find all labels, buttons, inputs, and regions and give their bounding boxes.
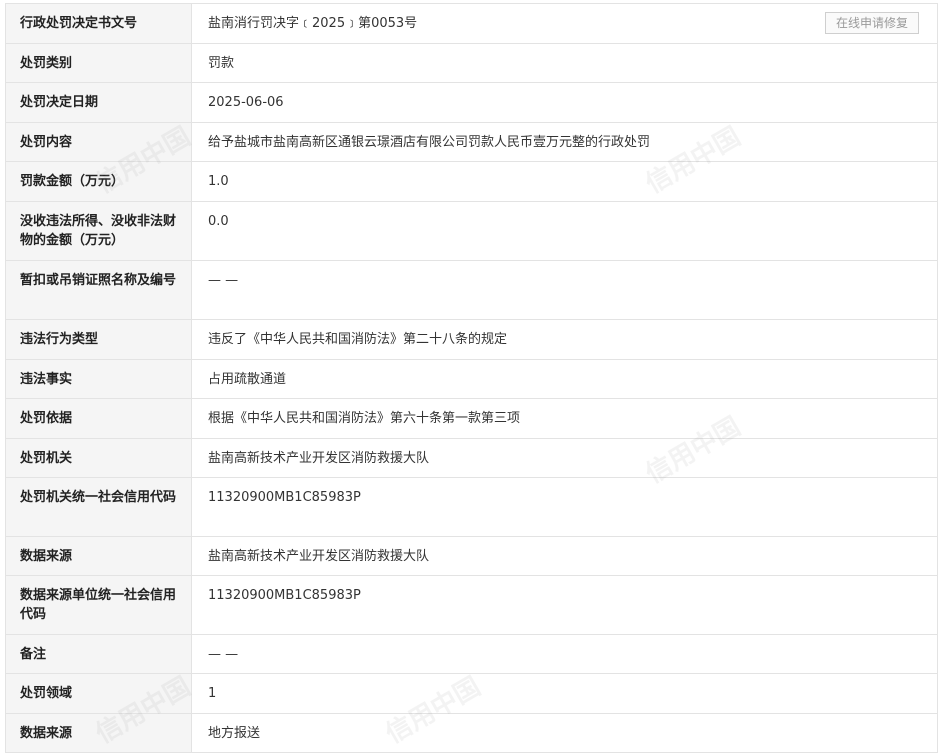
table-row: 违法行为类型 违反了《中华人民共和国消防法》第二十八条的规定 xyxy=(5,319,938,360)
table-row: 处罚机关统一社会信用代码 11320900MB1C85983P xyxy=(5,477,938,537)
table-row: 罚款金额（万元） 1.0 xyxy=(5,161,938,202)
field-label: 处罚内容 xyxy=(5,122,192,162)
table-row: 违法事实 占用疏散通道 xyxy=(5,359,938,399)
field-label: 数据来源单位统一社会信用代码 xyxy=(5,575,192,635)
field-value-cell: 盐南消行罚决字﹝2025﹞第0053号 在线申请修复 xyxy=(191,3,938,44)
field-label: 暂扣或吊销证照名称及编号 xyxy=(5,260,192,320)
table-row: 处罚内容 给予盐城市盐南高新区通银云璟酒店有限公司罚款人民币壹万元整的行政处罚 xyxy=(5,122,938,162)
table-row: 处罚依据 根据《中华人民共和国消防法》第六十条第一款第三项 xyxy=(5,398,938,439)
field-value: 地方报送 xyxy=(191,713,938,753)
field-value: — — xyxy=(191,634,938,674)
field-label: 罚款金额（万元） xyxy=(5,161,192,202)
table-row: 没收违法所得、没收非法财物的金额（万元） 0.0 xyxy=(5,201,938,261)
field-label: 处罚机关 xyxy=(5,438,192,478)
table-row: 行政处罚决定书文号 盐南消行罚决字﹝2025﹞第0053号 在线申请修复 xyxy=(5,3,938,44)
table-row: 数据来源 盐南高新技术产业开发区消防救援大队 xyxy=(5,536,938,576)
table-row: 数据来源 地方报送 xyxy=(5,713,938,753)
table-row: 处罚机关 盐南高新技术产业开发区消防救援大队 xyxy=(5,438,938,478)
field-value: 11320900MB1C85983P xyxy=(191,477,938,537)
field-value: — — xyxy=(191,260,938,320)
field-label: 处罚机关统一社会信用代码 xyxy=(5,477,192,537)
table-row: 暂扣或吊销证照名称及编号 — — xyxy=(5,260,938,320)
penalty-detail-panel: 信用中国 信用中国 信用中国 信用中国 信用中国 行政处罚决定书文号 盐南消行罚… xyxy=(0,0,941,756)
field-value: 占用疏散通道 xyxy=(191,359,938,399)
online-repair-button[interactable]: 在线申请修复 xyxy=(824,12,919,34)
table-row: 处罚决定日期 2025-06-06 xyxy=(5,82,938,123)
field-label: 处罚类别 xyxy=(5,43,192,83)
table-row: 数据来源单位统一社会信用代码 11320900MB1C85983P xyxy=(5,575,938,635)
field-label: 违法行为类型 xyxy=(5,319,192,360)
field-value: 11320900MB1C85983P xyxy=(191,575,938,635)
field-value: 罚款 xyxy=(191,43,938,83)
field-label: 处罚决定日期 xyxy=(5,82,192,123)
field-value: 违反了《中华人民共和国消防法》第二十八条的规定 xyxy=(191,319,938,360)
field-value: 盐南消行罚决字﹝2025﹞第0053号 xyxy=(208,16,418,31)
field-value: 盐南高新技术产业开发区消防救援大队 xyxy=(191,438,938,478)
field-label: 处罚依据 xyxy=(5,398,192,439)
field-value: 1 xyxy=(191,673,938,714)
table-row: 处罚领域 1 xyxy=(5,673,938,714)
field-value: 1.0 xyxy=(191,161,938,202)
penalty-info-table: 行政处罚决定书文号 盐南消行罚决字﹝2025﹞第0053号 在线申请修复 处罚类… xyxy=(5,3,938,753)
field-value: 给予盐城市盐南高新区通银云璟酒店有限公司罚款人民币壹万元整的行政处罚 xyxy=(191,122,938,162)
field-value: 2025-06-06 xyxy=(191,82,938,123)
field-value: 0.0 xyxy=(191,201,938,261)
field-value: 盐南高新技术产业开发区消防救援大队 xyxy=(191,536,938,576)
table-row: 处罚类别 罚款 xyxy=(5,43,938,83)
field-label: 数据来源 xyxy=(5,713,192,753)
table-row: 备注 — — xyxy=(5,634,938,674)
field-label: 行政处罚决定书文号 xyxy=(5,3,192,44)
field-label: 处罚领域 xyxy=(5,673,192,714)
field-label: 没收违法所得、没收非法财物的金额（万元） xyxy=(5,201,192,261)
field-label: 备注 xyxy=(5,634,192,674)
field-label: 数据来源 xyxy=(5,536,192,576)
field-value: 根据《中华人民共和国消防法》第六十条第一款第三项 xyxy=(191,398,938,439)
field-label: 违法事实 xyxy=(5,359,192,399)
